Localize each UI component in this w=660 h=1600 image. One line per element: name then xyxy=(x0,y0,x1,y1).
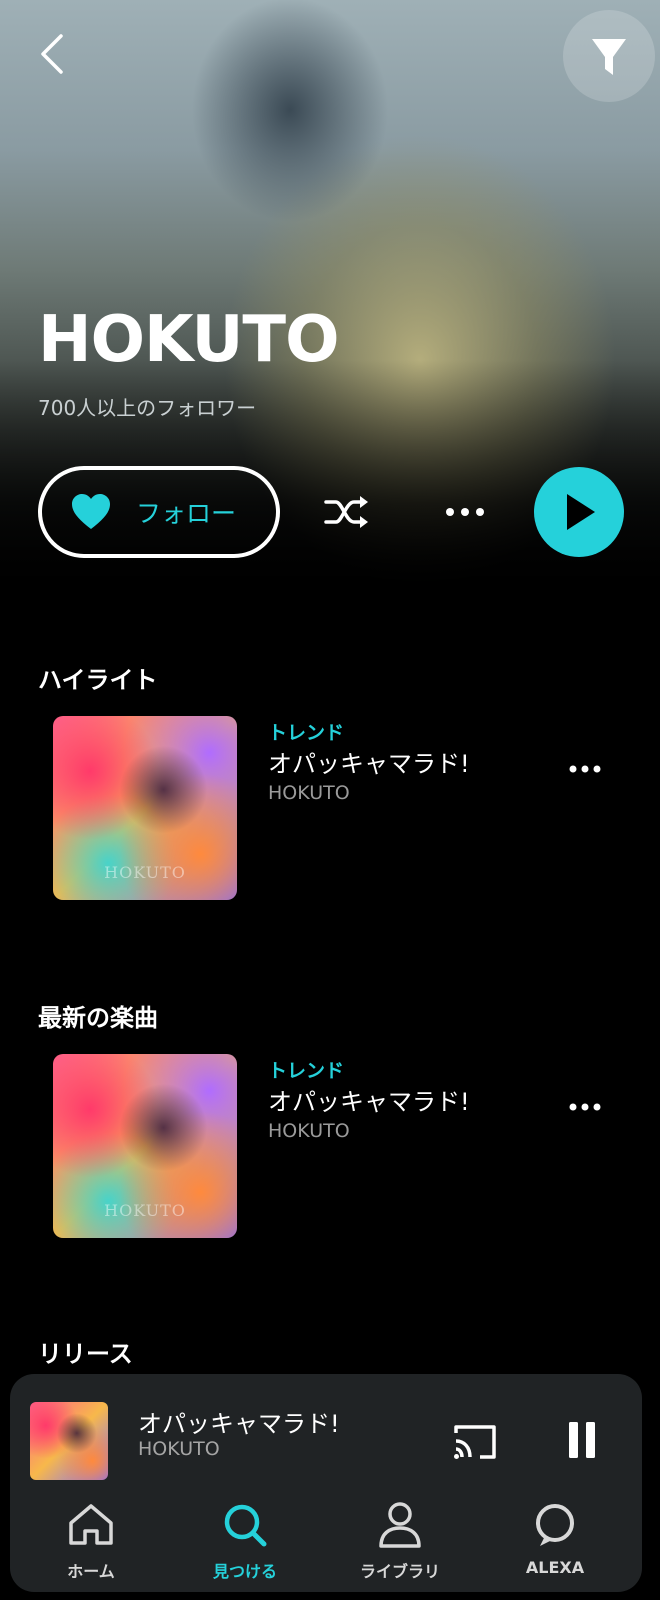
latest-track-row[interactable]: HOKUTO トレンド オパッキャマラド! HOKUTO xyxy=(0,1054,660,1240)
chevron-left-icon xyxy=(41,34,63,74)
bottom-tab-bar: ホーム 見つける ライブラリ ALEXA xyxy=(10,1498,642,1592)
play-button[interactable] xyxy=(534,467,624,557)
more-horizontal-icon xyxy=(569,1103,601,1111)
follower-count: 700人以上のフォロワー xyxy=(38,396,257,420)
track-title: オパッキャマラド! xyxy=(268,1088,470,1116)
cover-text: HOKUTO xyxy=(104,1201,186,1220)
home-icon xyxy=(69,1504,113,1545)
more-horizontal-icon xyxy=(446,508,484,516)
track-artist: HOKUTO xyxy=(268,782,350,804)
track-more-button[interactable] xyxy=(565,1094,605,1120)
cover-text: HOKUTO xyxy=(104,863,186,882)
section-title-release: リリース xyxy=(38,1340,133,1368)
follow-label: フォロー xyxy=(136,499,237,528)
search-icon xyxy=(224,1504,267,1547)
more-horizontal-icon xyxy=(569,765,601,773)
heart-icon xyxy=(72,494,110,529)
artist-hero: HOKUTO 700人以上のフォロワー フォロー xyxy=(0,0,660,600)
highlight-track-row[interactable]: HOKUTO トレンド オパッキャマラド! HOKUTO xyxy=(0,716,660,902)
trend-badge: トレンド xyxy=(268,1060,345,1082)
now-playing-cover[interactable] xyxy=(30,1402,108,1480)
album-cover[interactable]: HOKUTO xyxy=(53,1054,237,1238)
tab-discover[interactable]: 見つける xyxy=(180,1498,310,1592)
pause-button[interactable] xyxy=(562,1416,602,1464)
track-artist: HOKUTO xyxy=(268,1120,350,1142)
artist-name: HOKUTO xyxy=(38,303,339,377)
now-playing-artist: HOKUTO xyxy=(138,1438,220,1460)
now-playing-title: オパッキャマラド! xyxy=(138,1410,340,1438)
tab-label: ALEXA xyxy=(525,1558,585,1577)
trend-badge: トレンド xyxy=(268,722,345,744)
play-icon xyxy=(567,494,595,530)
album-cover[interactable]: HOKUTO xyxy=(53,716,237,900)
tab-label: ホーム xyxy=(67,1562,115,1581)
more-options-button[interactable] xyxy=(442,495,488,529)
tab-label: 見つける xyxy=(212,1562,277,1581)
pause-icon xyxy=(569,1422,595,1458)
cast-icon xyxy=(454,1425,496,1459)
section-title-latest: 最新の楽曲 xyxy=(38,1004,158,1032)
tab-label: ライブラリ xyxy=(359,1562,440,1581)
section-title-highlight: ハイライト xyxy=(38,666,158,694)
mini-player[interactable]: オパッキャマラド! HOKUTO ホーム 見つける ライブラリ ALEXA xyxy=(10,1374,642,1592)
follow-button[interactable]: フォロー xyxy=(38,466,280,558)
tab-alexa[interactable]: ALEXA xyxy=(490,1498,620,1592)
track-title: オパッキャマラド! xyxy=(268,750,470,778)
filter-button[interactable] xyxy=(563,10,655,102)
tab-library[interactable]: ライブラリ xyxy=(335,1498,465,1592)
filter-icon xyxy=(592,39,626,75)
alexa-icon xyxy=(536,1504,574,1546)
cast-button[interactable] xyxy=(450,1420,500,1464)
shuffle-icon xyxy=(324,496,368,528)
person-icon xyxy=(379,1502,421,1548)
track-more-button[interactable] xyxy=(565,756,605,782)
shuffle-button[interactable] xyxy=(322,492,372,532)
back-button[interactable] xyxy=(30,28,74,80)
tab-home[interactable]: ホーム xyxy=(26,1498,156,1592)
